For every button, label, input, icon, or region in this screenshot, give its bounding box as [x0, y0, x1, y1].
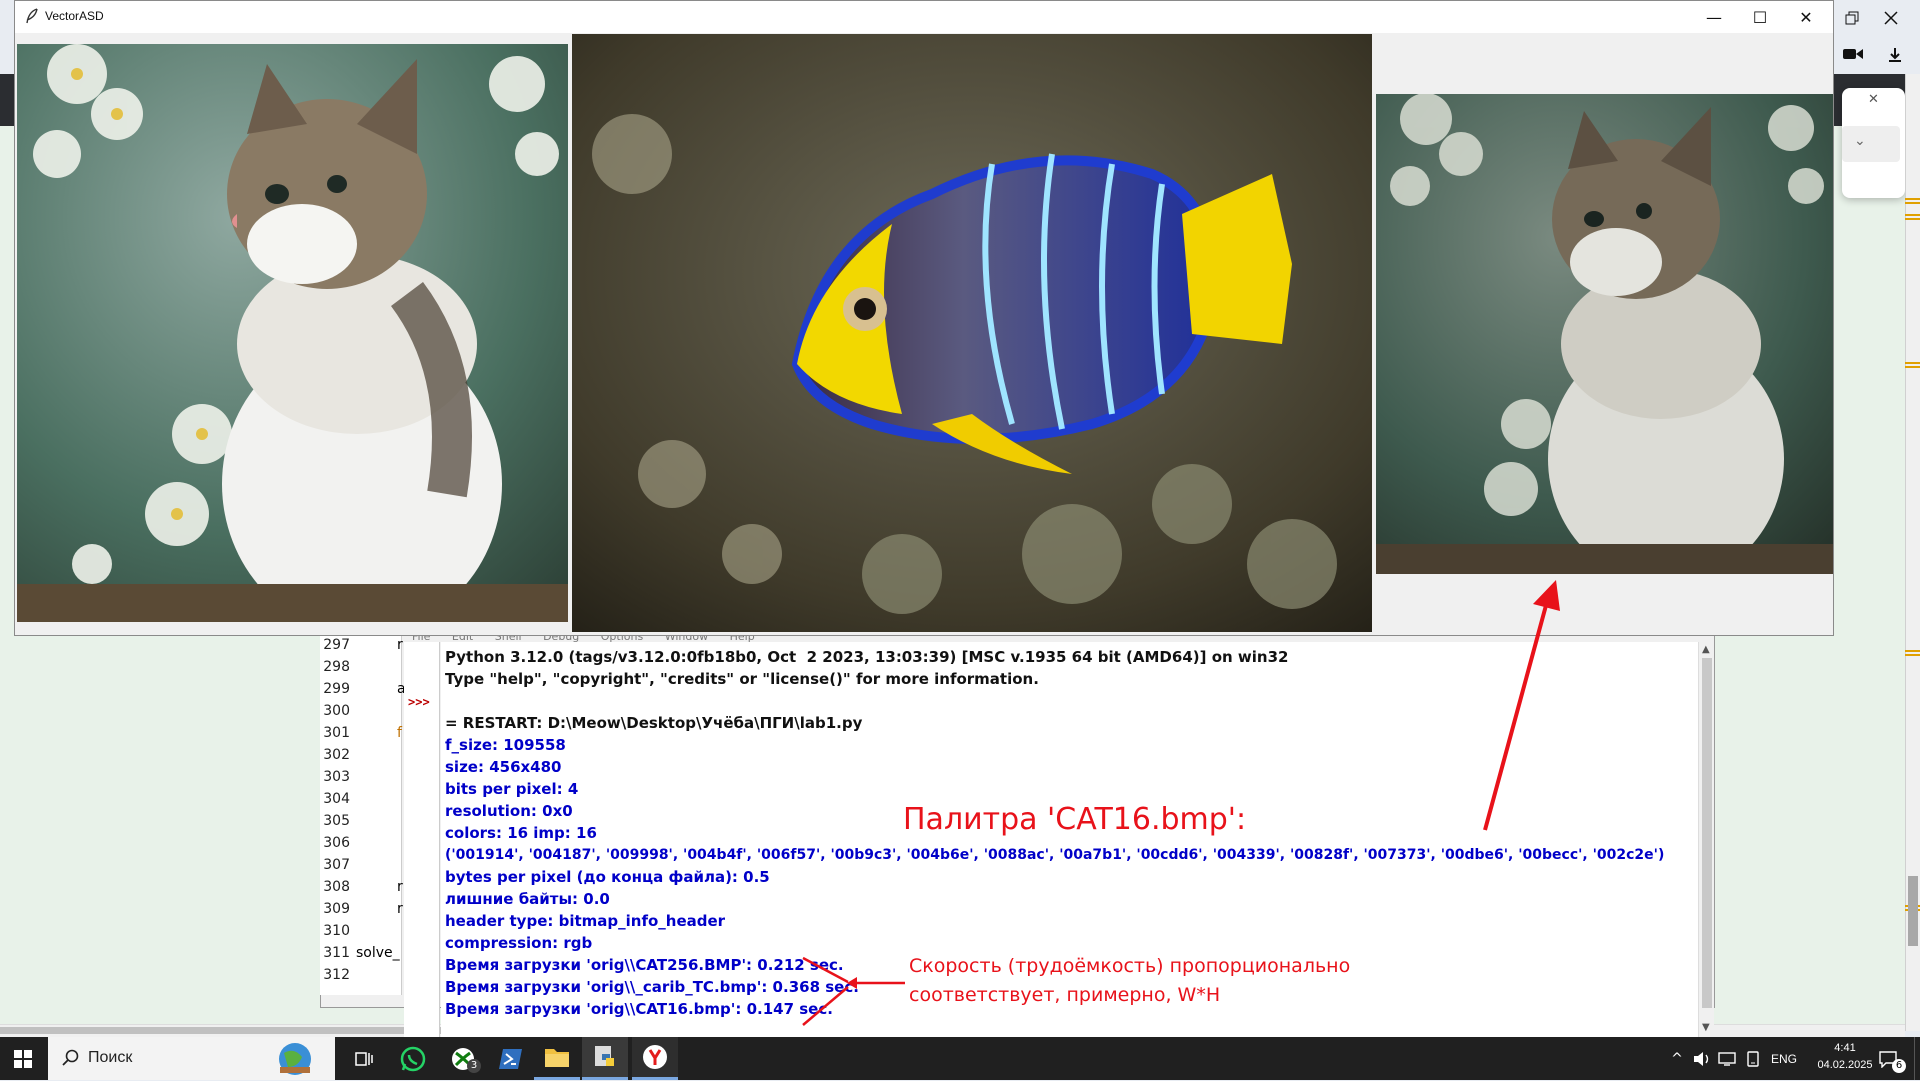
volume-icon[interactable]: [1690, 1037, 1714, 1080]
speed-annotation-line1: Скорость (трудоёмкость) пропорционально: [909, 955, 1351, 977]
tray-overflow-icon[interactable]: ^: [1666, 1037, 1688, 1080]
language-indicator[interactable]: ENG: [1766, 1037, 1802, 1080]
yandex-browser-button[interactable]: [632, 1037, 678, 1080]
palette-annotation: Палитра 'CAT16.bmp':: [903, 802, 1247, 837]
notification-center-button[interactable]: 6: [1870, 1037, 1906, 1080]
windows-start-button[interactable]: [0, 1037, 46, 1080]
powershell-icon: [499, 1048, 522, 1069]
task-view-icon: [355, 1051, 373, 1066]
search-icon: [62, 1049, 80, 1071]
windows-logo-icon: [14, 1049, 32, 1068]
file-explorer-button[interactable]: [534, 1037, 580, 1080]
notification-badge: 6: [1892, 1059, 1906, 1073]
python-icon: [595, 1046, 614, 1066]
whatsapp-button[interactable]: [391, 1037, 435, 1080]
yandex-icon: [643, 1045, 667, 1069]
python-idle-button[interactable]: [582, 1037, 628, 1080]
search-highlight-globe-icon: [276, 1041, 314, 1077]
task-view-button[interactable]: [342, 1037, 386, 1080]
whatsapp-icon: [400, 1046, 426, 1071]
taskbar-search-box[interactable]: Поиск: [48, 1037, 335, 1080]
powershell-button[interactable]: [489, 1037, 533, 1080]
show-desktop-button[interactable]: [1914, 1037, 1920, 1080]
network-icon[interactable]: [1715, 1037, 1739, 1080]
xbox-button[interactable]: 3: [441, 1037, 485, 1080]
xbox-badge: 3: [467, 1059, 481, 1073]
folder-icon: [545, 1049, 569, 1067]
annotation-arrows: [802, 580, 1560, 1026]
device-icon[interactable]: [1741, 1037, 1765, 1080]
search-placeholder: Поиск: [88, 1049, 133, 1066]
speed-annotation-line2: соответствует, примерно, W*H: [909, 984, 1221, 1006]
